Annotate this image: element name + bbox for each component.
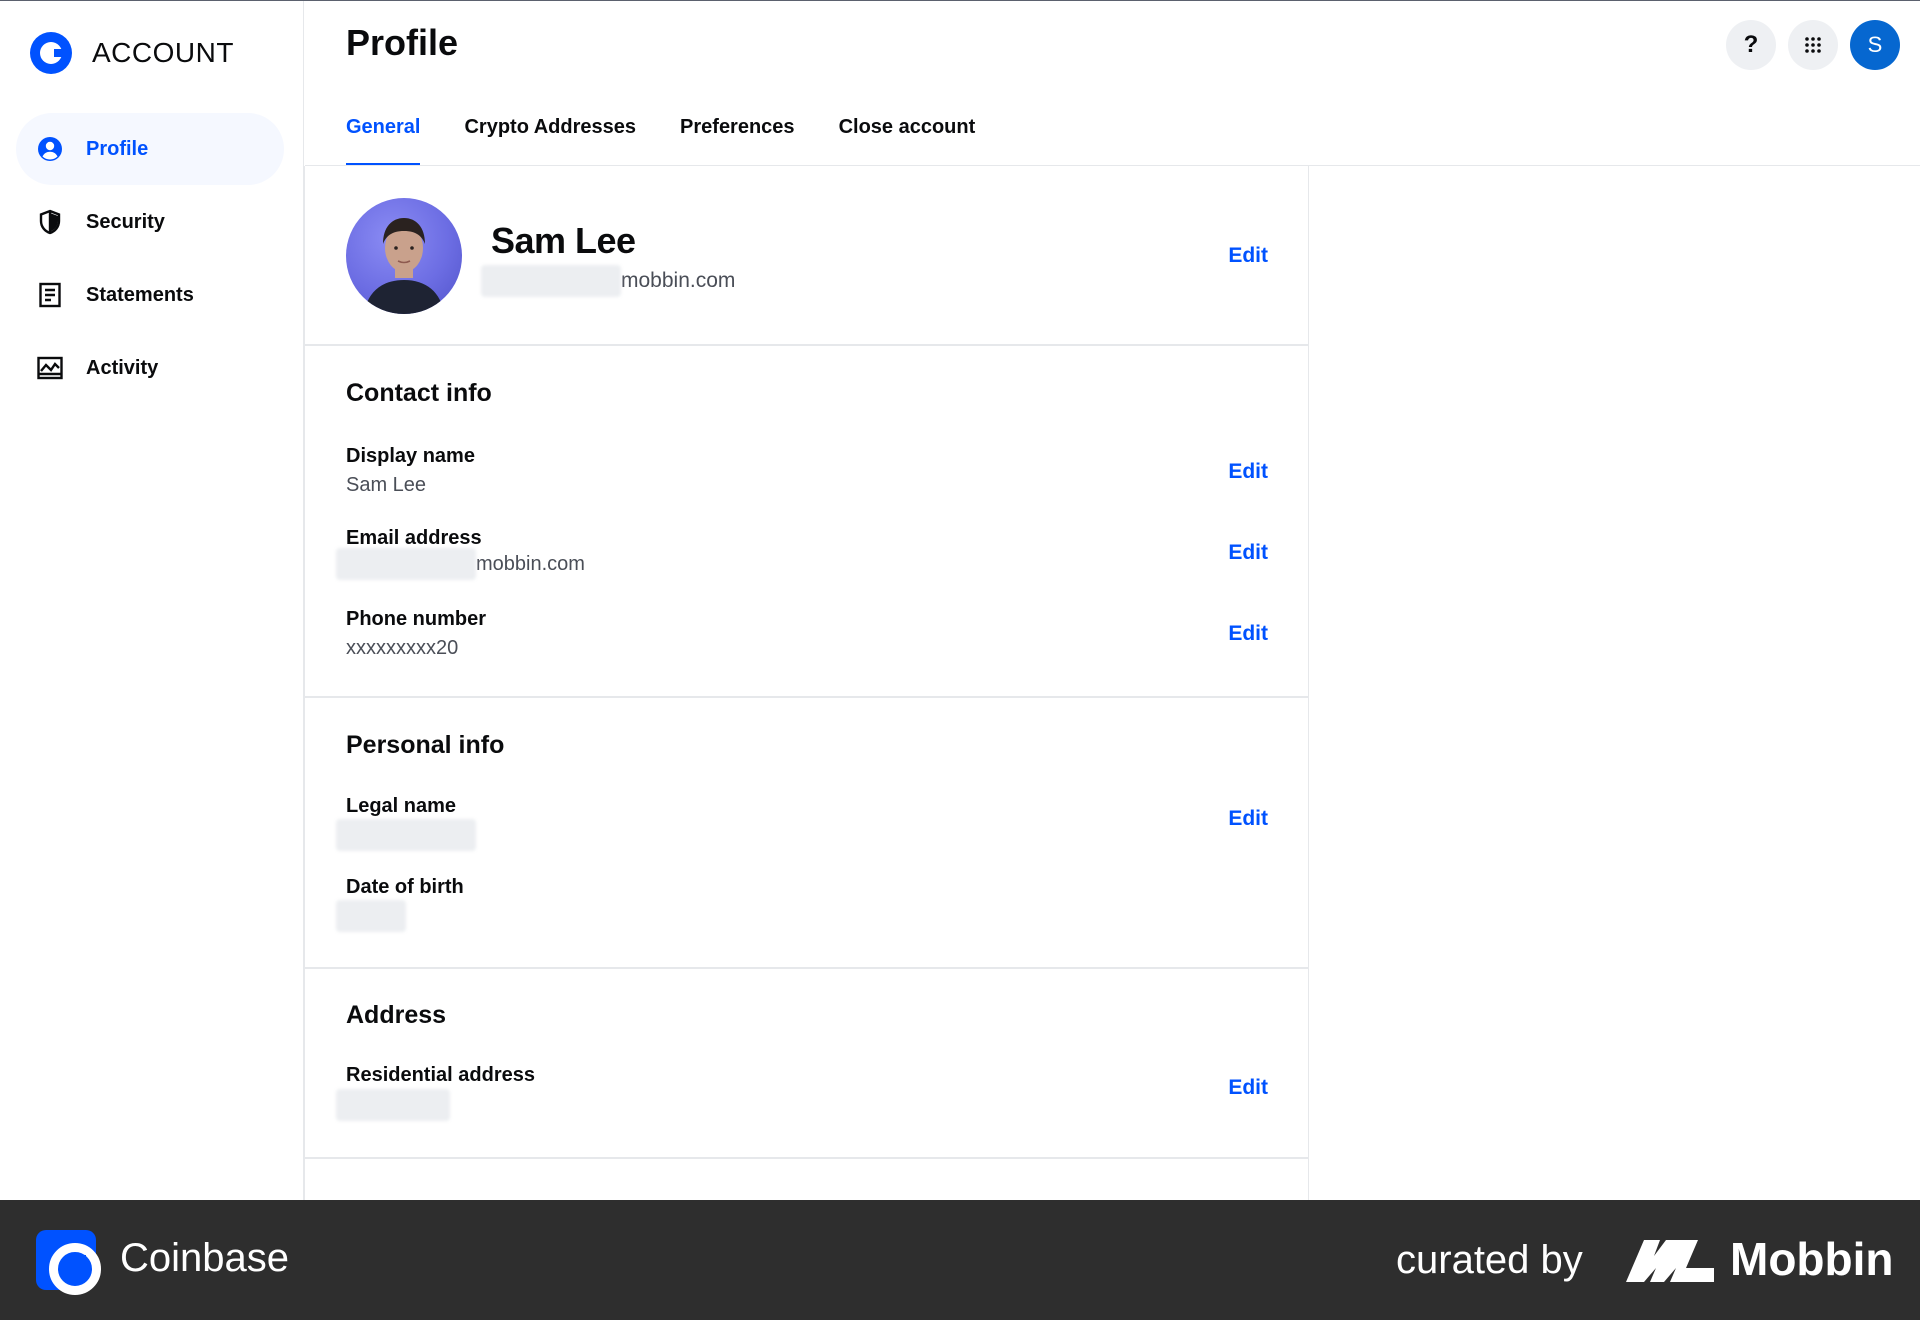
grid-icon [1805, 37, 1821, 53]
edit-legal-name-button[interactable]: Edit [1228, 807, 1268, 831]
address-section: Address Residential address Edit [305, 969, 1308, 1159]
sidebar-item-label: Profile [86, 137, 149, 160]
coinbase-app-icon [36, 1230, 101, 1295]
redacted-email-prefix [481, 265, 621, 297]
display-name-value: Sam Lee [346, 474, 427, 496]
section-title: Personal info [346, 731, 505, 759]
edit-phone-button[interactable]: Edit [1228, 622, 1268, 646]
apps-grid-button[interactable] [1788, 20, 1838, 70]
email-address-label: Email address [346, 527, 482, 549]
sidebar-nav: Profile Security Statements Activity [16, 113, 284, 405]
edit-address-button[interactable]: Edit [1228, 1076, 1268, 1100]
email-domain: mobbin.com [476, 552, 585, 575]
edit-display-name-button[interactable]: Edit [1228, 460, 1268, 484]
profile-summary-card: Sam Lee mobbin.com Edit [305, 166, 1308, 346]
section-title: Contact info [346, 379, 492, 407]
profile-tabs: General Crypto Addresses Preferences Clo… [346, 110, 1019, 166]
footer-curated-by: curated by [1396, 1238, 1583, 1282]
tab-general[interactable]: General [346, 110, 421, 166]
user-circle-icon [36, 135, 64, 163]
section-title: Address [346, 1001, 447, 1029]
coinbase-logo-icon [30, 32, 72, 74]
phone-number-value: xxxxxxxxx20 [346, 637, 459, 659]
residential-address-label: Residential address [346, 1064, 535, 1086]
footer-app-name: Coinbase [120, 1236, 290, 1280]
display-name-label: Display name [346, 445, 475, 467]
phone-number-label: Phone number [346, 608, 487, 630]
brand[interactable]: ACCOUNT [30, 31, 234, 75]
redacted-residential-address [336, 1089, 450, 1121]
brand-label: ACCOUNT [92, 37, 234, 68]
date-of-birth-label: Date of birth [346, 876, 464, 898]
top-actions: ? S [1726, 20, 1900, 70]
profile-photo [346, 198, 462, 314]
profile-email-domain: mobbin.com [621, 269, 736, 292]
footer-mobbin-brand: Mobbin [1730, 1233, 1894, 1285]
help-icon: ? [1743, 31, 1759, 58]
activity-chart-icon [36, 354, 64, 382]
redacted-email-prefix [336, 548, 476, 580]
redacted-date-of-birth [336, 900, 406, 932]
legal-name-label: Legal name [346, 795, 457, 817]
sidebar-item-security[interactable]: Security [16, 186, 284, 258]
personal-info-section: Personal info Legal name Edit Date of bi… [305, 698, 1308, 969]
account-avatar-button[interactable]: S [1850, 20, 1900, 70]
email-address-value: mobbin.com [336, 548, 585, 580]
tab-close-account[interactable]: Close account [839, 110, 976, 166]
document-icon [36, 281, 64, 309]
shield-icon [36, 208, 64, 236]
redacted-legal-name [336, 819, 476, 851]
profile-content: Sam Lee mobbin.com Edit Contact info Dis… [304, 166, 1309, 1200]
edit-email-button[interactable]: Edit [1228, 541, 1268, 565]
edit-profile-button[interactable]: Edit [1228, 244, 1268, 268]
tab-crypto-addresses[interactable]: Crypto Addresses [464, 110, 636, 166]
attribution-footer: Coinbase curated by Mobbin [0, 1200, 1920, 1320]
page-title: Profile [346, 22, 459, 63]
sidebar-item-statements[interactable]: Statements [16, 259, 284, 331]
profile-name: Sam Lee [491, 220, 636, 261]
help-button[interactable]: ? [1726, 20, 1776, 70]
sidebar-item-profile[interactable]: Profile [16, 113, 284, 185]
sidebar-item-activity[interactable]: Activity [16, 332, 284, 404]
contact-info-section: Contact info Display name Sam Lee Edit E… [305, 346, 1308, 698]
avatar-initial: S [1867, 32, 1883, 57]
cut-off-section [305, 1159, 1308, 1200]
sidebar-item-label: Statements [86, 283, 194, 306]
tab-preferences[interactable]: Preferences [680, 110, 795, 166]
profile-email: mobbin.com [481, 264, 735, 298]
sidebar-item-label: Security [86, 210, 165, 233]
sidebar-item-label: Activity [86, 356, 159, 379]
sidebar: ACCOUNT Profile Security Statements Acti… [0, 1, 304, 1200]
mobbin-logo-icon [1626, 1240, 1714, 1282]
